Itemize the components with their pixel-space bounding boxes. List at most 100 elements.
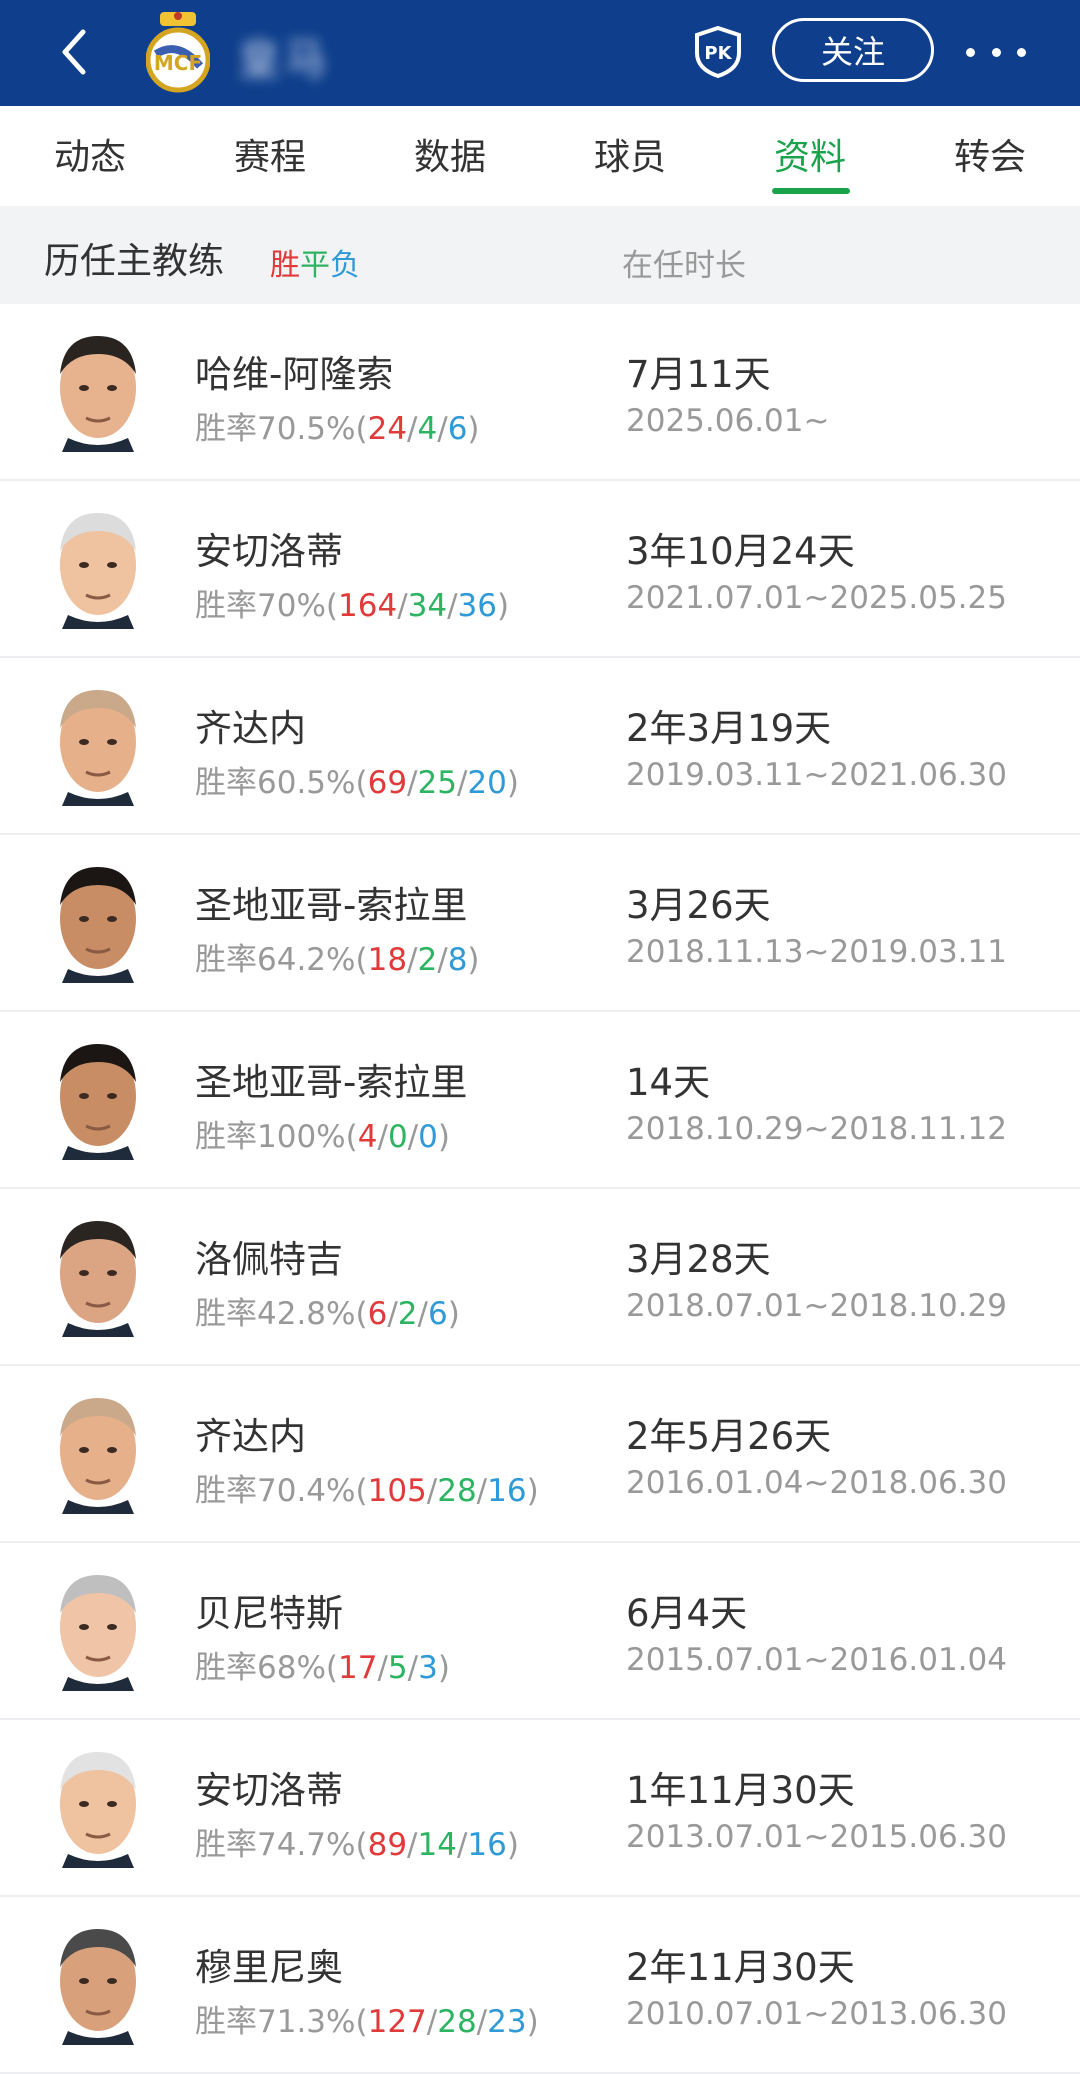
coach-name: 洛佩特吉 [195, 1238, 343, 1281]
coach-name: 哈维-阿隆索 [195, 353, 394, 396]
tab-transfers[interactable]: 转会 [954, 128, 1026, 180]
win-rate-text: 胜率70.5% [195, 411, 356, 447]
tenure-period: 2018.07.01~2018.10.29 [626, 1288, 1007, 1324]
coach-row[interactable]: 齐达内 胜率70.4%(105/28/16) 2年5月26天 2016.01.04~2… [0, 1366, 1080, 1543]
tenure-duration: 1年11月30天 [626, 1769, 855, 1812]
legend-win: 胜 [270, 248, 300, 283]
coach-name: 齐达内 [195, 707, 306, 750]
coach-name: 安切洛蒂 [195, 1769, 343, 1812]
back-button[interactable] [46, 24, 102, 80]
coach-list: 哈维-阿隆索胜率70.5%(24/4/6) 7月11天 2025.06.01~ 安切洛… [0, 304, 1080, 2074]
losses-count: 6 [427, 1296, 448, 1332]
tenure-period: 2025.06.01~ [626, 403, 830, 439]
coach-avatar [54, 1919, 142, 2045]
tab-players[interactable]: 球员 [594, 128, 666, 180]
wins-count: 127 [367, 2004, 427, 2040]
win-rate-text: 胜率70% [195, 588, 326, 624]
svg-text:PK: PK [704, 43, 732, 64]
losses-count: 23 [487, 2004, 527, 2040]
coach-row[interactable]: 安切洛蒂胜率74.7%(89/14/16) 1年11月30天 2013.07.01~… [0, 1720, 1080, 1897]
pk-button[interactable]: PK [694, 25, 742, 79]
coach-avatar [54, 503, 142, 629]
wins-count: 17 [338, 1650, 378, 1686]
losses-count: 16 [487, 1473, 527, 1509]
coach-row[interactable]: 齐达内 胜率60.5%(69/25/20) 2年3月19天 2019.03.11~20… [0, 658, 1080, 835]
tenure-column-header: 在任时长 [622, 248, 746, 284]
win-rate-text: 胜率71.3% [195, 2004, 356, 2040]
tenure-period: 2010.07.01~2013.06.30 [626, 1996, 1007, 2032]
win-rate-text: 胜率42.8% [195, 1296, 356, 1332]
section-header: 历任主教练 胜平负 在任时长 [0, 206, 1080, 304]
tab-bar: 动态 赛程 数据 球员 资料 转会 [0, 106, 1080, 206]
tab-stats[interactable]: 数据 [414, 128, 486, 180]
wins-count: 18 [367, 942, 408, 978]
coach-name: 齐达内 [195, 1415, 306, 1458]
coach-win-rate: 胜率60.5%(69/25/20) [195, 765, 519, 801]
losses-count: 3 [418, 1650, 438, 1686]
coach-win-rate: 胜率70.4%(105/28/16) [195, 1473, 539, 1509]
draws-count: 0 [387, 1119, 408, 1155]
svg-text:MCF: MCF [154, 51, 202, 75]
coach-row[interactable]: 贝尼特斯 胜率68%(17/5/3) 6月4天 2015.07.01~2016.01.… [0, 1543, 1080, 1720]
coach-row[interactable]: 穆里尼奥 胜率71.3%(127/28/23) 2年11月30天 2010.07.01… [0, 1897, 1080, 2074]
coach-avatar [54, 1565, 142, 1691]
draws-count: 14 [417, 1827, 457, 1863]
wins-count: 89 [367, 1827, 408, 1863]
win-rate-text: 胜率74.7% [195, 1827, 356, 1863]
coach-avatar [54, 1388, 142, 1514]
coach-win-rate: 胜率70%(164/34/36) [195, 588, 510, 624]
section-title: 历任主教练 [44, 241, 225, 282]
tenure-duration: 7月11天 [626, 353, 771, 396]
losses-count: 0 [418, 1119, 438, 1155]
tenure-duration: 3月28天 [626, 1238, 771, 1281]
coach-avatar [54, 1742, 142, 1868]
coach-row[interactable]: 安切洛蒂 胜率70%(164/34/36) 3年10月24天 2021.07.01~2… [0, 481, 1080, 658]
wins-count: 6 [367, 1296, 388, 1332]
team-crest-icon: MCF [145, 10, 211, 94]
coach-name: 穆里尼奥 [195, 1946, 343, 1989]
tenure-period: 2015.07.01~2016.01.04 [626, 1642, 1007, 1678]
losses-count: 8 [447, 942, 468, 978]
tenure-duration: 6月4天 [626, 1592, 748, 1635]
coach-win-rate: 胜率42.8%(6/2/6) [195, 1296, 460, 1332]
wins-count: 69 [367, 765, 408, 801]
tab-schedule[interactable]: 赛程 [234, 128, 306, 180]
follow-button[interactable]: 关注 [772, 18, 934, 82]
chevron-left-icon [62, 29, 86, 75]
tenure-duration: 2年5月26天 [626, 1415, 832, 1458]
coach-win-rate: 胜率70.5%(24/4/6) [195, 411, 480, 447]
coach-win-rate: 胜率74.7%(89/14/16) [195, 1827, 519, 1863]
coach-avatar [54, 857, 142, 983]
losses-count: 16 [467, 1827, 507, 1863]
coach-name: 安切洛蒂 [195, 530, 343, 573]
draws-count: 28 [437, 2004, 477, 2040]
coach-row[interactable]: 圣地亚哥-索拉里 胜率64.2%(18/2/8) 3月26天 2018.11.13~2… [0, 835, 1080, 1012]
coach-avatar [54, 1034, 142, 1160]
wins-count: 24 [367, 411, 408, 447]
tab-profile[interactable]: 资料 [774, 128, 846, 180]
win-rate-text: 胜率60.5% [195, 765, 356, 801]
result-legend: 胜平负 [270, 240, 360, 284]
draws-count: 5 [387, 1650, 408, 1686]
tenure-period: 2019.03.11~2021.06.30 [626, 757, 1007, 793]
draws-count: 2 [397, 1296, 418, 1332]
coach-row[interactable]: 洛佩特吉胜率42.8%(6/2/6) 3月28天 2018.07.01~2018.1… [0, 1189, 1080, 1366]
tenure-period: 2013.07.01~2015.06.30 [626, 1819, 1007, 1855]
coach-name: 圣地亚哥-索拉里 [195, 1061, 468, 1104]
win-rate-text: 胜率68% [195, 1650, 326, 1686]
legend-draw: 平 [300, 248, 330, 283]
coach-row[interactable]: 圣地亚哥-索拉里 胜率100%(4/0/0) 14天 2018.10.29~2018.… [0, 1012, 1080, 1189]
coach-win-rate: 胜率100%(4/0/0) [195, 1119, 450, 1155]
active-tab-indicator [772, 188, 850, 194]
more-options-icon[interactable] [966, 32, 1026, 72]
coach-win-rate: 胜率71.3%(127/28/23) [195, 2004, 539, 2040]
coach-row[interactable]: 哈维-阿隆索胜率70.5%(24/4/6) 7月11天 2025.06.01~ [0, 304, 1080, 481]
losses-count: 36 [457, 588, 497, 624]
losses-count: 20 [467, 765, 507, 801]
coach-name: 圣地亚哥-索拉里 [195, 884, 468, 927]
tenure-period: 2018.11.13~2019.03.11 [626, 934, 1007, 970]
team-name: 皇马 [238, 35, 331, 84]
pk-shield-icon: PK [695, 25, 741, 79]
tab-news[interactable]: 动态 [54, 128, 126, 180]
legend-loss: 负 [330, 248, 360, 283]
